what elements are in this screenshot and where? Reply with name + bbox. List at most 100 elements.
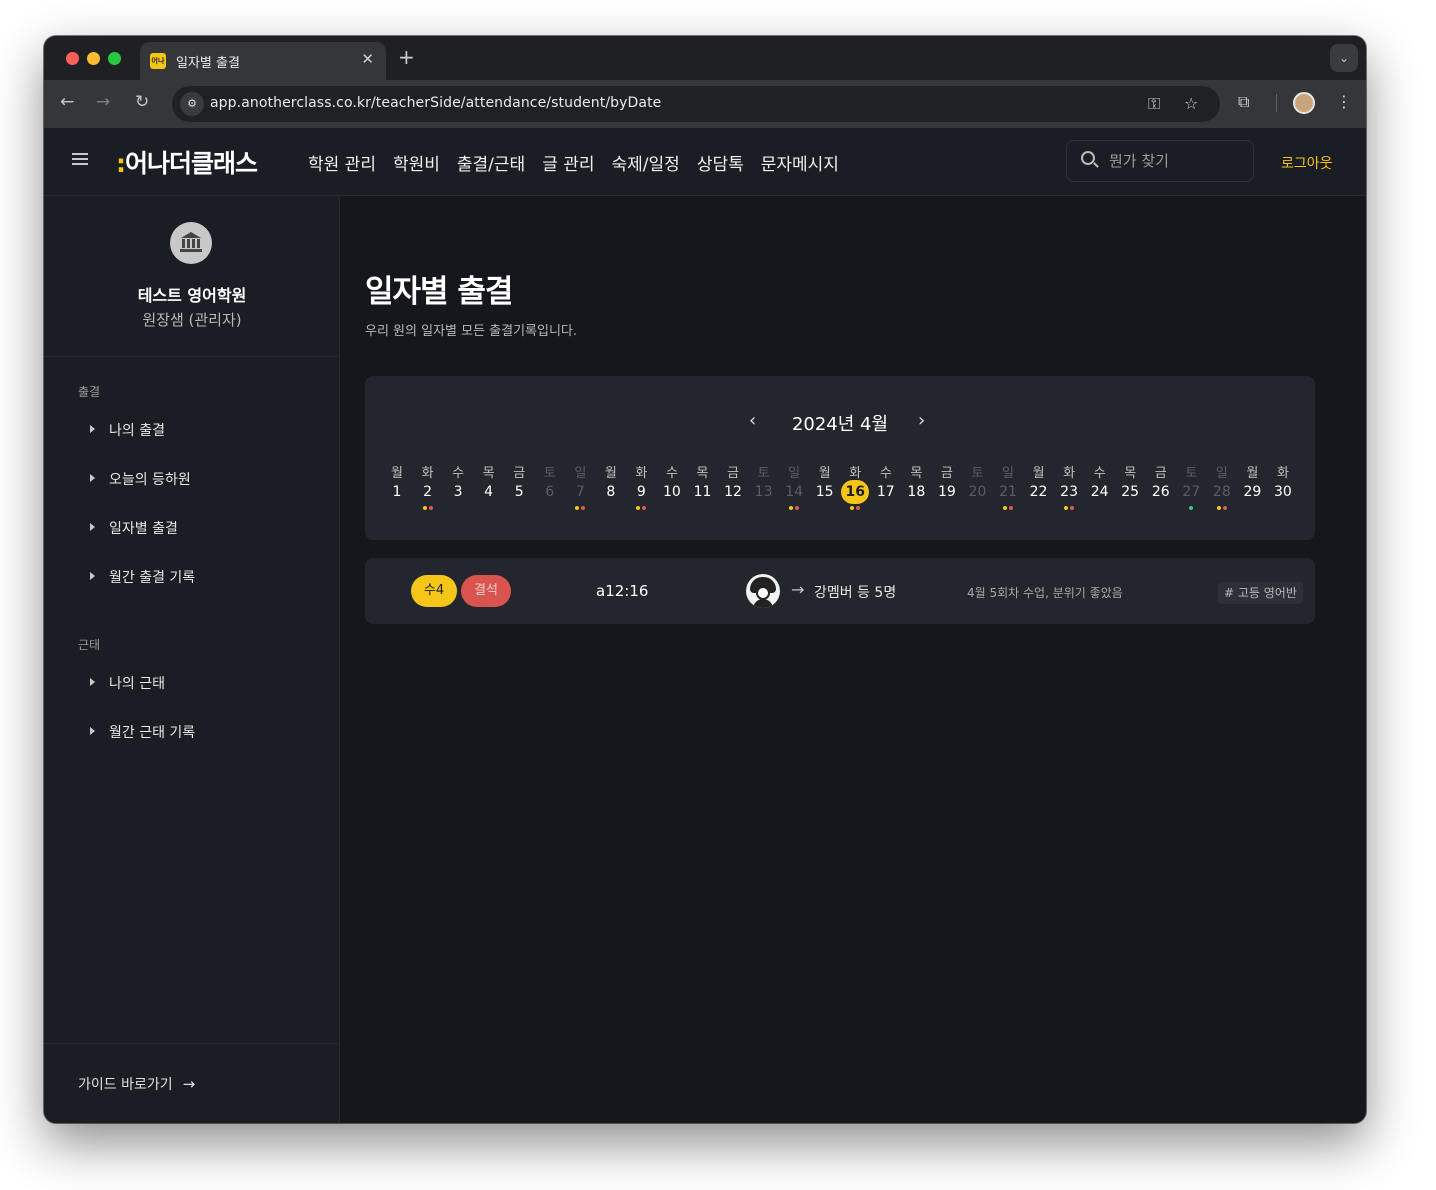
- calendar-day[interactable]: 목 11: [688, 462, 718, 512]
- nav-academy-management[interactable]: 학원 관리: [308, 150, 376, 175]
- search-box[interactable]: [1066, 140, 1254, 182]
- reload-icon[interactable]: ↻: [135, 92, 149, 112]
- calendar-day[interactable]: 토 27: [1176, 462, 1206, 512]
- record-dots: [871, 506, 901, 512]
- chevron-right-icon[interactable]: ›: [918, 410, 925, 431]
- calendar-day-selected: 16: [841, 480, 870, 504]
- calendar-day[interactable]: 월8: [596, 462, 626, 512]
- calendar-day[interactable]: 금 19: [932, 462, 962, 512]
- calendar-day[interactable]: 목 18: [901, 462, 931, 512]
- sidebar-item-my-work[interactable]: 나의 근태: [90, 673, 165, 693]
- chevron-left-icon[interactable]: ‹: [749, 410, 756, 431]
- calendar-day[interactable]: 화2: [413, 462, 443, 512]
- search-input[interactable]: [1109, 152, 1249, 170]
- close-window-button[interactable]: [66, 52, 79, 65]
- guide-link[interactable]: 가이드 바로가기 →: [78, 1074, 195, 1094]
- url-text[interactable]: app.anotherclass.co.kr/teacherSide/atten…: [210, 95, 661, 111]
- record-dots: [1176, 506, 1206, 512]
- record-dots: [413, 506, 443, 512]
- site-settings-icon[interactable]: ⚙: [180, 92, 204, 116]
- nav-tuition[interactable]: 학원비: [393, 150, 440, 175]
- nav-consult-talk[interactable]: 상담톡: [697, 150, 744, 175]
- weekday-label: 금: [1154, 466, 1167, 481]
- calendar-day[interactable]: 일 21: [993, 462, 1023, 512]
- calendar-day[interactable]: 월1: [382, 462, 412, 512]
- address-bar[interactable]: ⚙ app.anotherclass.co.kr/teacherSide/att…: [172, 86, 1220, 122]
- sidebar-item-daily-attendance[interactable]: 일자별 출결: [90, 518, 178, 538]
- logout-button[interactable]: 로그아웃: [1281, 153, 1333, 173]
- calendar-day-number: 2: [423, 484, 432, 500]
- record-dots: [1207, 506, 1237, 512]
- forward-arrow-icon[interactable]: →: [96, 92, 110, 112]
- calendar-day[interactable]: 화9: [626, 462, 656, 512]
- calendar-day[interactable]: 수 24: [1085, 462, 1115, 512]
- days-row: 월 1 화 2 수 3 목 4 금 5 토 6 일 7 월 8 화 9 수 10 목 11 금 12 토 13 일 14 월 15 화 16 수…: [382, 462, 1298, 522]
- nav-sms[interactable]: 문자메시지: [761, 150, 839, 175]
- calendar-day[interactable]: 화 23: [1054, 462, 1084, 512]
- sidebar-bottom-divider: [44, 1043, 340, 1044]
- weekday-label: 금: [513, 466, 526, 481]
- nav-posts[interactable]: 글 관리: [542, 150, 594, 175]
- weekday-label: 월: [1246, 466, 1259, 481]
- weekday-label: 화: [421, 466, 434, 481]
- record-dots: [840, 506, 870, 512]
- maximize-window-button[interactable]: [108, 52, 121, 65]
- calendar-day[interactable]: 금 26: [1146, 462, 1176, 512]
- record-dot: [575, 506, 580, 510]
- calendar-day[interactable]: 수 10: [657, 462, 687, 512]
- weekday-label: 화: [635, 466, 648, 481]
- record-dot: [581, 506, 586, 510]
- calendar-day[interactable]: 토6: [535, 462, 565, 512]
- close-tab-icon[interactable]: ✕: [361, 50, 374, 68]
- app-logo[interactable]: :어나더클래스: [116, 144, 258, 180]
- record-dots: [626, 506, 656, 512]
- sidebar-item-today-arrivals[interactable]: 오늘의 등하원: [90, 469, 191, 489]
- more-menu-icon[interactable]: ⋮: [1336, 92, 1352, 111]
- extensions-puzzle-icon[interactable]: ⧉: [1238, 92, 1249, 112]
- calendar-day[interactable]: 화 16: [840, 462, 870, 512]
- calendar-day[interactable]: 목4: [474, 462, 504, 512]
- sidebar-item-monthly-work[interactable]: 월간 근태 기록: [90, 722, 195, 742]
- nav-attendance[interactable]: 출결/근태: [457, 150, 525, 175]
- calendar-day[interactable]: 일7: [565, 462, 595, 512]
- weekday-label: 일: [788, 466, 801, 481]
- calendar-day[interactable]: 월 15: [810, 462, 840, 512]
- weekday-label: 월: [818, 466, 831, 481]
- new-tab-icon[interactable]: +: [398, 45, 415, 69]
- calendar-day[interactable]: 일 14: [779, 462, 809, 512]
- calendar-day[interactable]: 일 28: [1207, 462, 1237, 512]
- calendar-day[interactable]: 수 17: [871, 462, 901, 512]
- calendar-day[interactable]: 토 13: [749, 462, 779, 512]
- browser-window: 어나 일자별 출결 ✕ + ⌄ ← → ↻ ⚙ app.anotherclass…: [44, 36, 1366, 1123]
- calendar-day[interactable]: 토 20: [962, 462, 992, 512]
- sidebar-item-my-attendance[interactable]: 나의 출결: [90, 420, 165, 440]
- record-dot: [1222, 506, 1227, 510]
- record-dots: [474, 506, 504, 512]
- record-dots: [993, 506, 1023, 512]
- record-dots: [810, 506, 840, 512]
- browser-tab-active[interactable]: 어나 일자별 출결 ✕: [140, 42, 386, 80]
- calendar-day[interactable]: 금 12: [718, 462, 748, 512]
- sidebar-item-monthly-attendance[interactable]: 월간 출결 기록: [90, 567, 195, 587]
- attendance-record-row[interactable]: 수4 결석 a12:16 → 강멤버 등 5명 4월 5회차 수업, 분위기 좋…: [365, 558, 1315, 624]
- calendar-day-number: 6: [545, 484, 555, 500]
- weekday-label: 일: [1215, 466, 1228, 481]
- record-dots: [504, 506, 534, 512]
- calendar-day-number: 23: [1060, 484, 1078, 500]
- calendar-day[interactable]: 수3: [443, 462, 473, 512]
- back-arrow-icon[interactable]: ←: [60, 92, 74, 112]
- calendar-day[interactable]: 목 25: [1115, 462, 1145, 512]
- tab-search-chevron-icon[interactable]: ⌄: [1330, 44, 1358, 72]
- minimize-window-button[interactable]: [87, 52, 100, 65]
- nav-homework-schedule[interactable]: 숙제/일정: [612, 150, 680, 175]
- calendar-day[interactable]: 월 29: [1237, 462, 1267, 512]
- calendar-day-number: 28: [1212, 484, 1231, 500]
- calendar-day[interactable]: 화 30: [1268, 462, 1298, 512]
- calendar-day[interactable]: 금5: [504, 462, 534, 512]
- calendar-day[interactable]: 월 22: [1024, 462, 1054, 512]
- star-bookmark-icon[interactable]: ☆: [1184, 94, 1198, 113]
- hamburger-menu-icon[interactable]: [72, 153, 88, 165]
- record-dots: [962, 506, 992, 512]
- profile-avatar[interactable]: [1293, 92, 1315, 114]
- key-icon[interactable]: ⚿: [1148, 94, 1160, 114]
